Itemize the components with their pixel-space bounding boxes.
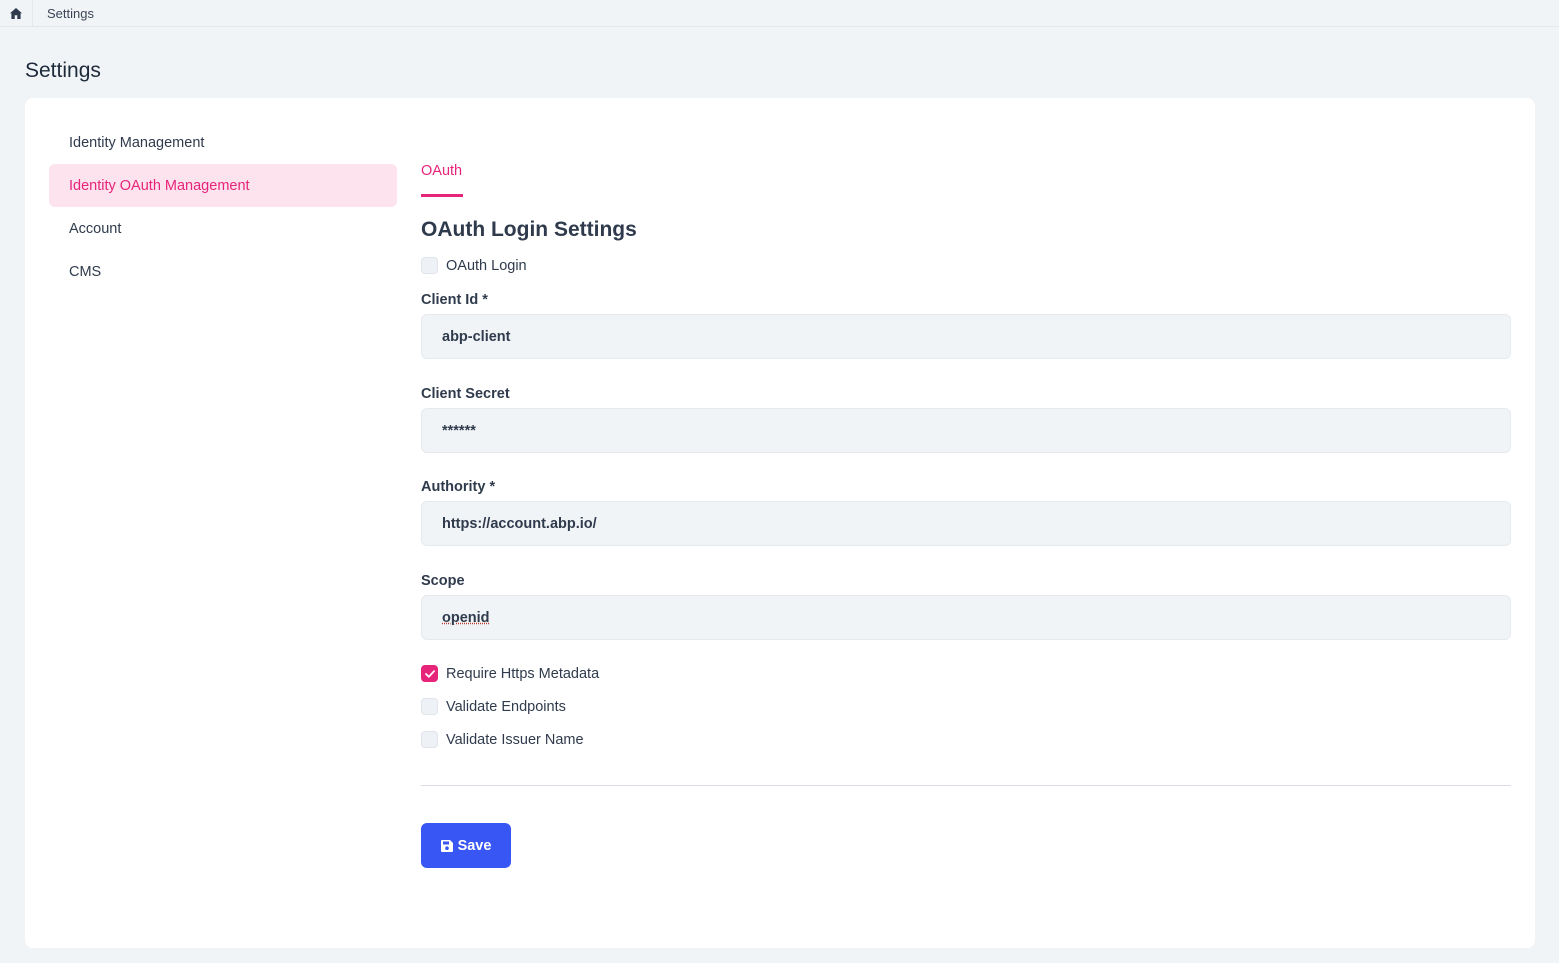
- authority-input[interactable]: https://account.abp.io/: [421, 501, 1511, 546]
- home-icon: [10, 7, 22, 19]
- sidebar-item-label: Identity Management: [69, 134, 205, 151]
- validate-issuer-name-checkbox[interactable]: [421, 731, 438, 748]
- require-https-metadata-row[interactable]: Require Https Metadata: [421, 665, 599, 682]
- require-https-metadata-label: Require Https Metadata: [446, 665, 600, 682]
- require-https-metadata-checkbox[interactable]: [421, 665, 438, 682]
- sidebar-item-cms[interactable]: CMS: [49, 250, 397, 293]
- breadcrumb-current: Settings: [47, 5, 94, 21]
- client-secret-label: Client Secret: [421, 386, 510, 402]
- scope-value: openid: [442, 609, 490, 626]
- tab-oauth[interactable]: OAuth: [421, 163, 464, 197]
- oauth-login-checkbox-row[interactable]: OAuth Login: [421, 257, 527, 274]
- client-id-value: abp-client: [442, 328, 511, 345]
- validate-endpoints-label: Validate Endpoints: [446, 698, 566, 715]
- client-id-label: Client Id *: [421, 292, 488, 308]
- validate-issuer-name-label: Validate Issuer Name: [446, 731, 584, 748]
- client-id-input[interactable]: abp-client: [421, 314, 1511, 359]
- save-button-label: Save: [457, 837, 492, 854]
- scope-input[interactable]: openid: [421, 595, 1511, 640]
- oauth-login-label: OAuth Login: [446, 257, 527, 274]
- home-link[interactable]: [0, 0, 33, 27]
- page-title: Settings: [25, 59, 101, 82]
- client-secret-value: ******: [442, 422, 476, 439]
- sidebar-item-identity-oauth-management[interactable]: Identity OAuth Management: [49, 164, 397, 207]
- breadcrumb: Settings: [0, 0, 1559, 27]
- authority-label: Authority *: [421, 479, 496, 495]
- oauth-login-checkbox[interactable]: [421, 257, 438, 274]
- authority-value: https://account.abp.io/: [442, 515, 597, 532]
- settings-card: Identity Management Identity OAuth Manag…: [25, 98, 1535, 948]
- save-button[interactable]: Save: [421, 823, 511, 868]
- validate-endpoints-checkbox[interactable]: [421, 698, 438, 715]
- sidebar-item-label: Identity OAuth Management: [69, 177, 250, 194]
- scope-label: Scope: [421, 573, 465, 589]
- sidebar-item-label: CMS: [69, 263, 102, 280]
- validate-issuer-name-row[interactable]: Validate Issuer Name: [421, 731, 584, 748]
- checkmark-icon: [424, 669, 435, 678]
- sidebar-item-identity-management[interactable]: Identity Management: [49, 121, 397, 164]
- form-divider: [421, 785, 1511, 786]
- floppy-disk-icon: [440, 839, 453, 852]
- section-title: OAuth Login Settings: [421, 218, 637, 241]
- settings-sidebar: Identity Management Identity OAuth Manag…: [49, 121, 397, 293]
- sidebar-item-label: Account: [69, 220, 122, 237]
- validate-endpoints-row[interactable]: Validate Endpoints: [421, 698, 566, 715]
- client-secret-input[interactable]: ******: [421, 408, 1511, 453]
- sidebar-item-account[interactable]: Account: [49, 207, 397, 250]
